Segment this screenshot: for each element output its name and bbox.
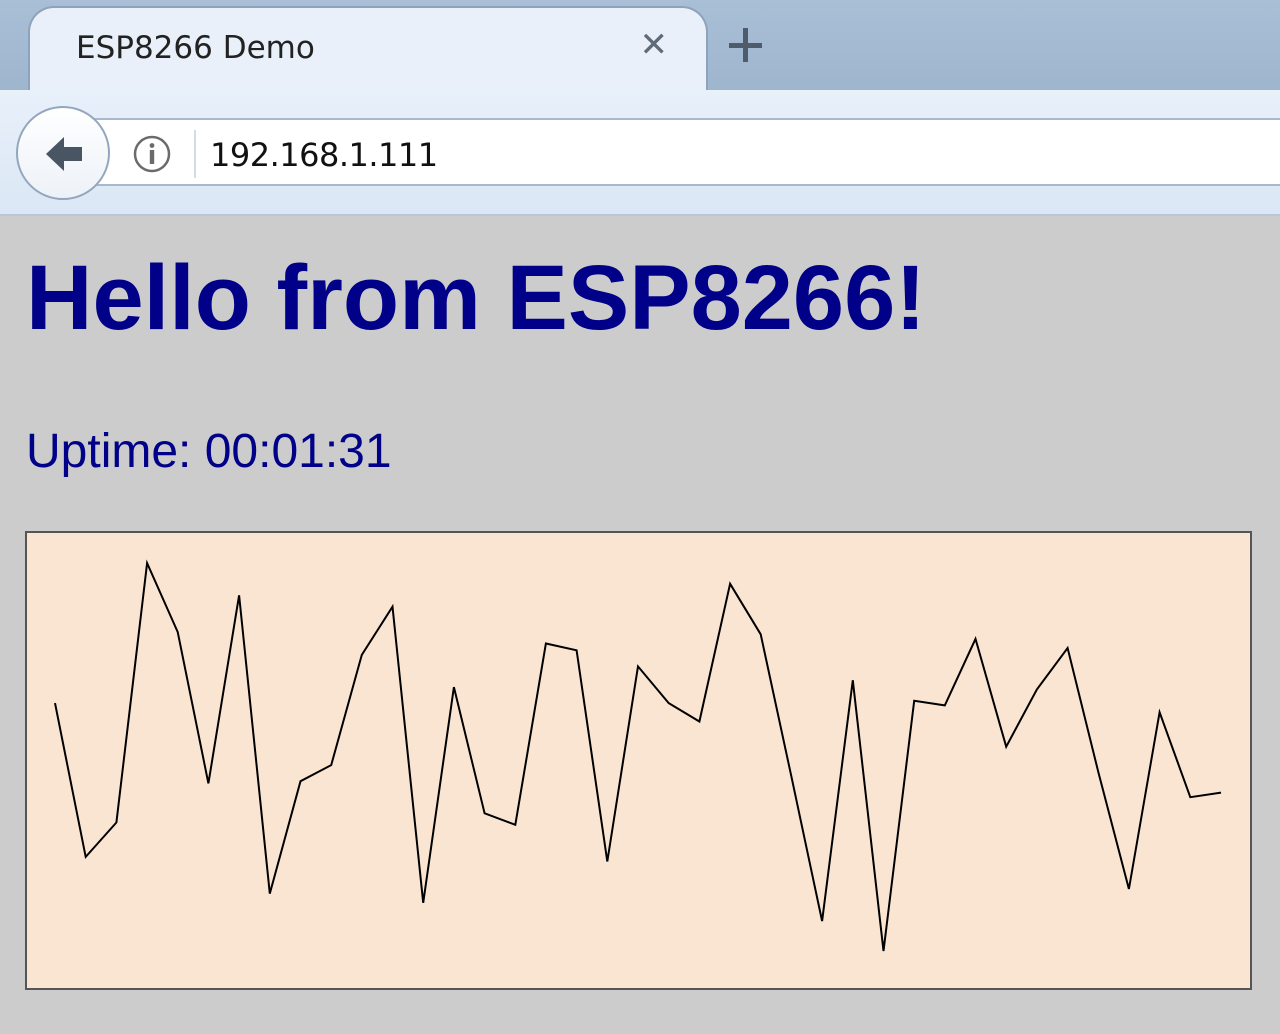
close-icon[interactable]: ✕ — [640, 28, 669, 62]
browser-tab-strip: ESP8266 Demo ✕ — [0, 0, 1280, 92]
address-bar[interactable]: 192.168.1.111 — [60, 118, 1280, 186]
uptime-chart — [25, 531, 1252, 990]
line-chart — [25, 531, 1252, 990]
chart-background — [25, 531, 1252, 990]
info-icon[interactable] — [132, 134, 172, 174]
uptime-text: Uptime: 00:01:31 — [26, 425, 392, 478]
plus-icon[interactable] — [726, 26, 766, 66]
tab-title: ESP8266 Demo — [76, 30, 315, 66]
back-button[interactable] — [16, 106, 110, 200]
browser-tab[interactable]: ESP8266 Demo ✕ — [28, 6, 708, 92]
arrow-left-icon — [46, 137, 82, 171]
url-text[interactable]: 192.168.1.111 — [210, 136, 438, 174]
page-heading: Hello from ESP8266! — [26, 247, 926, 349]
navigation-bar: 192.168.1.111 — [0, 90, 1280, 216]
url-separator — [194, 130, 196, 178]
